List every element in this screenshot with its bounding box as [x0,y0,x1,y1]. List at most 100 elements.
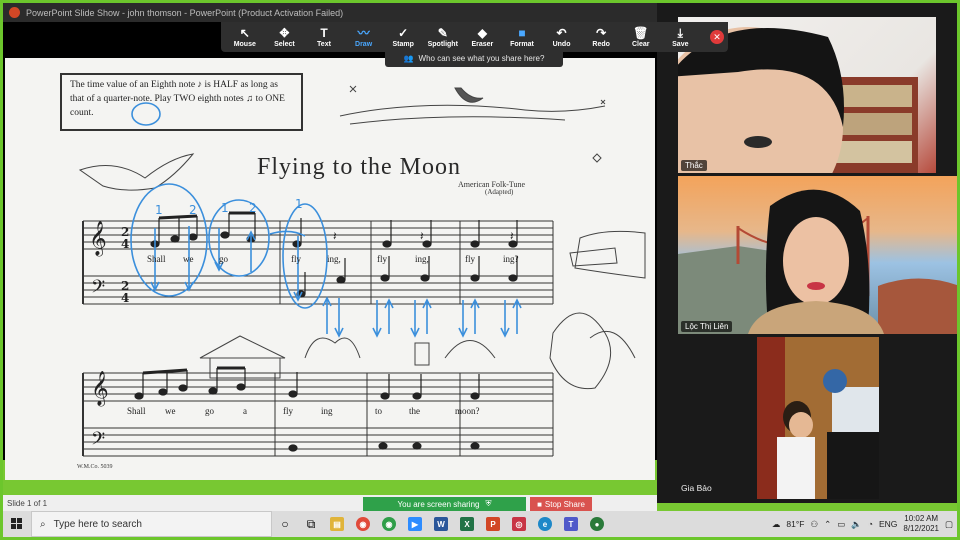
zoom-icon[interactable]: ▶ [402,511,428,537]
tool-clear[interactable]: 🗑 Clear [621,25,661,48]
tool-redo[interactable]: ↷ Redo [581,25,621,48]
music-slide[interactable]: 𝄞 𝄢 2 4 2 4 𝄞 𝄢 𝄽 𝄽 𝄽 1 2 1 2 1 The time… [5,58,655,480]
lyric: the [409,406,420,416]
participant-name: Thắc [681,160,707,171]
redo-icon: ↷ [596,25,607,40]
lyric: to [375,406,383,416]
clock[interactable]: 10:02 AM 8/12/2021 [903,514,939,534]
lyric: we [183,254,194,264]
volume-icon[interactable]: 🔈 [851,519,862,530]
lyric: Shall [147,254,166,264]
taskbar-search-input[interactable]: ⌕ Type here to search [31,511,272,537]
windows-taskbar: ⌕ Type here to search ○ ⧉ ▤ ◉ ◉ ▶ W X P … [3,511,957,537]
chevron-up-icon[interactable]: ⌃ [824,519,831,530]
powerpoint-taskbar-icon[interactable]: P [480,511,506,537]
close-annotation-button[interactable]: ✕ [710,30,724,44]
lyric: fly [291,254,301,264]
svg-text:1: 1 [155,203,163,217]
svg-text:𝄢: 𝄢 [91,429,105,454]
lyric: ing, [327,254,341,264]
spotlight-icon: ✎ [437,25,448,40]
format-icon: ■ [518,25,526,40]
trash-icon: 🗑 [633,25,649,40]
lyric: ing? [503,254,519,264]
draw-icon: 〰 [357,25,370,40]
network-icon[interactable]: ▭ [837,519,845,530]
save-icon: ⤓ [677,25,683,40]
cortana-icon[interactable]: ○ [272,511,298,537]
svg-text:1: 1 [221,201,229,215]
svg-text:𝄽: 𝄽 [510,229,514,243]
lyric: fly [377,254,387,264]
coccoc-icon[interactable]: ● [584,511,610,537]
system-tray: ☁ 81°F ⚇ ⌃ ▭ 🔈 ◔ ENG 10:02 AM 8/12/2021 … [772,511,953,537]
lyric: moon? [455,406,480,416]
undo-icon: ↶ [556,25,567,40]
eighth-note-explanation: The time value of an Eighth note ♪ is HA… [60,73,303,131]
svg-text:𝄞: 𝄞 [89,221,107,257]
tool-select[interactable]: ✥ Select [265,25,305,48]
screen-sharing-indicator: You are screen sharing ⛨ [363,497,526,511]
windows-logo-icon [11,518,22,529]
slide-show-area: 𝄞 𝄢 2 4 2 4 𝄞 𝄢 𝄽 𝄽 𝄽 1 2 1 2 1 The time… [3,22,657,480]
task-view-icon[interactable]: ⧉ [298,511,324,537]
lyric: a [243,406,247,416]
lyric: we [165,406,176,416]
window-title: PowerPoint Slide Show - john thomson - P… [26,7,344,18]
participant-tile-gia-bao[interactable] [757,337,879,499]
lyric: go [205,406,214,416]
lyric: ing [321,406,333,416]
eraser-icon: ◆ [477,25,487,40]
tool-eraser[interactable]: ◆ Eraser [463,25,503,48]
song-adapted: (Adapted) [485,188,514,196]
powerpoint-icon [9,7,20,18]
notifications-icon[interactable]: ▢ [945,519,953,530]
chrome-icon[interactable]: ◉ [350,511,376,537]
weather-icon: ☁ [771,518,781,529]
people-icon[interactable]: ⚇ [810,519,818,530]
song-title: Flying to the Moon [257,154,462,180]
file-explorer-icon[interactable]: ▤ [324,511,350,537]
video-gallery: Thắc Lộc Thị Liên Gia Bảo [657,3,960,503]
svg-text:2: 2 [249,201,257,215]
who-can-see-button[interactable]: 👥 Who can see what you share here? [385,50,563,67]
svg-text:1: 1 [295,197,303,211]
tool-text[interactable]: T Text [304,25,344,48]
lyric: fly [465,254,475,264]
publisher-mark: W.M.Co. 5039 [77,464,113,470]
svg-text:𝄞: 𝄞 [91,371,109,407]
word-icon[interactable]: W [428,511,454,537]
input-language[interactable]: ENG [879,519,897,529]
svg-text:𝄽: 𝄽 [420,229,424,243]
edge-icon[interactable]: e [532,511,558,537]
annotation-toolbar: ↖ Mouse ✥ Select T Text 〰 Draw ✓ Stamp ✎ Spotl… [221,22,728,52]
excel-icon[interactable]: X [454,511,480,537]
slide-counter: Slide 1 of 1 [7,498,48,508]
participant-name: Lộc Thị Liên [681,321,733,332]
tool-save[interactable]: ⤓ Save [661,25,701,48]
temperature: 81°F [786,519,805,529]
stop-icon: ■ [537,499,542,509]
chrome-alt-icon[interactable]: ◉ [376,511,402,537]
tool-mouse[interactable]: ↖ Mouse [225,26,265,48]
text-icon: T [320,25,328,40]
move-icon: ✥ [279,25,290,40]
participant-video-lien [678,189,960,334]
svg-text:4: 4 [121,291,129,305]
tool-format[interactable]: ■ Format [502,25,542,48]
wifi-icon[interactable]: ◔ [868,519,873,529]
teams-icon[interactable]: T [558,511,584,537]
tool-undo[interactable]: ↶ Undo [542,25,582,48]
lyric: fly [283,406,293,416]
tool-stamp[interactable]: ✓ Stamp [383,26,423,48]
app-icon[interactable]: ◎ [506,511,532,537]
tool-spotlight[interactable]: ✎ Spotlight [423,25,463,48]
stop-share-button[interactable]: ■ Stop Share [530,497,592,511]
svg-text:4: 4 [121,237,129,251]
participant-tile-lien[interactable]: Lộc Thị Liên [678,176,960,334]
start-button[interactable] [3,511,31,537]
tool-draw[interactable]: 〰 Draw [344,25,384,48]
lyric: Shall [127,406,146,416]
participant-video-gia-bao [757,337,879,499]
svg-text:2: 2 [189,203,197,217]
